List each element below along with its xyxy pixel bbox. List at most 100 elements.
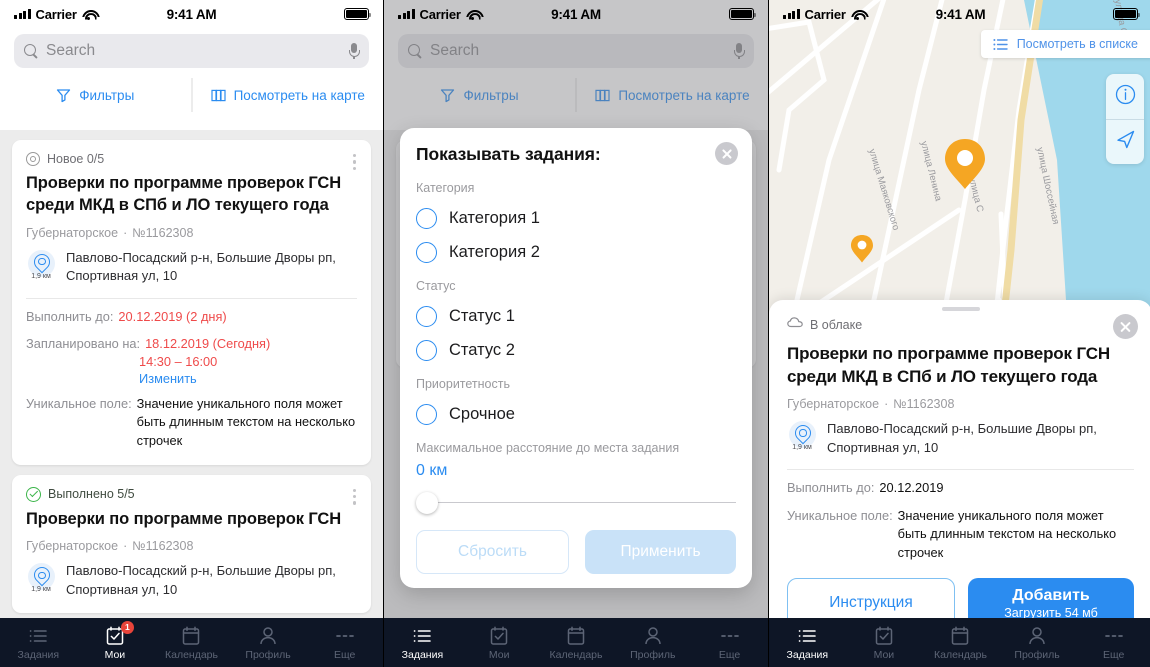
checklist-icon xyxy=(873,625,895,647)
unique-value: Значение уникального поля может быть дли… xyxy=(136,395,356,448)
filter-option-status-2[interactable]: Статус 2 xyxy=(416,340,736,361)
checklist-icon: 1 xyxy=(104,620,134,647)
apply-button[interactable]: Применить xyxy=(585,530,736,574)
tab-label: Календарь xyxy=(549,648,603,661)
task-card[interactable]: Новое 0/5 Проверки по программе проверок… xyxy=(12,140,371,465)
option-label: Статус 2 xyxy=(449,341,515,359)
filter-option-category-2[interactable]: Категория 2 xyxy=(416,242,736,263)
tab-profile[interactable]: Профиль xyxy=(614,625,691,661)
filter-option-urgent[interactable]: Срочное xyxy=(416,404,736,425)
due-key: Выполнить до: xyxy=(26,308,114,324)
tab-calendar[interactable]: Календарь xyxy=(922,625,999,661)
filters-button[interactable]: Фильтры xyxy=(0,78,191,112)
person-icon xyxy=(1026,625,1048,647)
search-icon xyxy=(24,44,38,58)
filters-label: Фильтры xyxy=(79,87,135,103)
tab-label: Мои xyxy=(104,648,126,661)
calendar-icon xyxy=(565,625,587,647)
slider-knob[interactable] xyxy=(416,492,438,514)
list-icon xyxy=(411,625,433,647)
unique-row: Уникальное поле: Значение уникального по… xyxy=(26,395,357,451)
battery-icon xyxy=(1113,8,1141,20)
tab-more[interactable]: Еще xyxy=(306,625,383,661)
search-section: Search xyxy=(0,28,383,78)
map-info-button[interactable] xyxy=(1106,74,1144,119)
filter-modal: Показывать задания: Категория Категория … xyxy=(400,128,752,588)
clock-label: 9:41 AM xyxy=(166,6,217,22)
view-in-list-label: Посмотреть в списке xyxy=(1016,37,1138,51)
radio-icon[interactable] xyxy=(416,340,437,361)
filter-option-status-1[interactable]: Статус 1 xyxy=(416,306,736,327)
tab-more[interactable]: Еще xyxy=(1075,625,1150,661)
modal-actions: Сбросить Применить xyxy=(416,530,736,574)
sheet-grabber[interactable] xyxy=(941,307,980,311)
calendar-icon xyxy=(180,625,202,647)
map-locate-button[interactable] xyxy=(1106,119,1144,164)
radio-icon[interactable] xyxy=(416,404,437,425)
funnel-icon xyxy=(56,88,71,103)
tab-tasks[interactable]: Задания xyxy=(769,625,846,661)
cloud-status-label: В облаке xyxy=(810,318,863,332)
close-icon[interactable] xyxy=(1113,314,1138,339)
option-label: Категория 1 xyxy=(449,209,540,227)
filter-option-category-1[interactable]: Категория 1 xyxy=(416,208,736,229)
card-more-icon[interactable] xyxy=(350,151,359,173)
unique-key: Уникальное поле: xyxy=(26,395,132,411)
radio-icon[interactable] xyxy=(416,306,437,327)
tab-label: Календарь xyxy=(164,648,218,661)
phone-screen-map-detail: улица Маяковского улица Ленина улица С у… xyxy=(769,0,1150,667)
meta-separator: · xyxy=(123,225,128,240)
microphone-icon[interactable] xyxy=(348,43,361,59)
view-in-list-button[interactable]: Посмотреть в списке xyxy=(980,30,1150,58)
task-card[interactable]: Выполнено 5/5 Проверки по программе пров… xyxy=(12,474,371,614)
tab-mine[interactable]: 1 Мои xyxy=(77,620,154,661)
search-input[interactable]: Search xyxy=(46,42,340,60)
search-bar[interactable]: Search xyxy=(14,34,369,68)
group-label-category: Категория xyxy=(416,181,475,195)
close-icon[interactable] xyxy=(715,142,738,165)
list-icon xyxy=(796,625,818,647)
change-link[interactable]: Изменить xyxy=(139,371,357,386)
radio-icon[interactable] xyxy=(416,242,437,263)
tab-tasks[interactable]: Задания xyxy=(384,625,461,661)
card-more-icon[interactable] xyxy=(350,486,359,508)
unique-key: Уникальное поле: xyxy=(787,507,893,523)
due-value: 20.12.2019 (2 дня) xyxy=(118,308,227,324)
option-label: Категория 2 xyxy=(449,243,540,261)
card-status-row: Новое 0/5 xyxy=(26,152,357,166)
task-title: Проверки по программе проверок ГСН среди… xyxy=(26,174,342,214)
tab-calendar[interactable]: Календарь xyxy=(153,625,230,661)
task-list[interactable]: Новое 0/5 Проверки по программе проверок… xyxy=(0,130,383,618)
distance-slider[interactable] xyxy=(416,492,736,514)
tab-label: Мои xyxy=(873,648,895,661)
list-icon xyxy=(993,38,1008,51)
map-layers-icon xyxy=(210,88,226,103)
tab-profile[interactable]: Профиль xyxy=(999,625,1076,661)
tab-mine[interactable]: Мои xyxy=(846,625,923,661)
tab-label: Задания xyxy=(786,648,829,661)
clock-label: 9:41 AM xyxy=(935,6,986,22)
status-bar: Carrier 9:41 AM xyxy=(0,0,383,28)
tab-more[interactable]: Еще xyxy=(691,625,768,661)
tab-bar: Задания Мои Календарь Профиль Еще xyxy=(384,618,768,667)
status-done-icon xyxy=(26,486,41,502)
tab-label: Профиль xyxy=(245,648,291,661)
tab-mine[interactable]: Мои xyxy=(461,625,538,661)
distance-badge: 1,9 км xyxy=(26,249,56,280)
radio-icon[interactable] xyxy=(416,208,437,229)
tab-profile[interactable]: Профиль xyxy=(230,625,307,661)
distance-badge: 1,9 км xyxy=(26,562,56,593)
view-on-map-button[interactable]: Посмотреть на карте xyxy=(192,78,383,112)
tab-badge: 1 xyxy=(120,620,134,634)
distance-label: 1,9 км xyxy=(31,272,51,280)
due-key: Выполнить до: xyxy=(787,480,875,496)
status-new-icon xyxy=(26,152,40,166)
planned-key: Запланировано на: xyxy=(26,336,141,352)
task-org: Губернаторское xyxy=(787,397,880,412)
tab-calendar[interactable]: Календарь xyxy=(538,625,615,661)
reset-button[interactable]: Сбросить xyxy=(416,530,569,574)
view-on-map-label: Посмотреть на карте xyxy=(233,87,365,103)
tab-tasks[interactable]: Задания xyxy=(0,625,77,661)
cloud-icon xyxy=(787,316,803,334)
due-value: 20.12.2019 xyxy=(879,480,944,496)
